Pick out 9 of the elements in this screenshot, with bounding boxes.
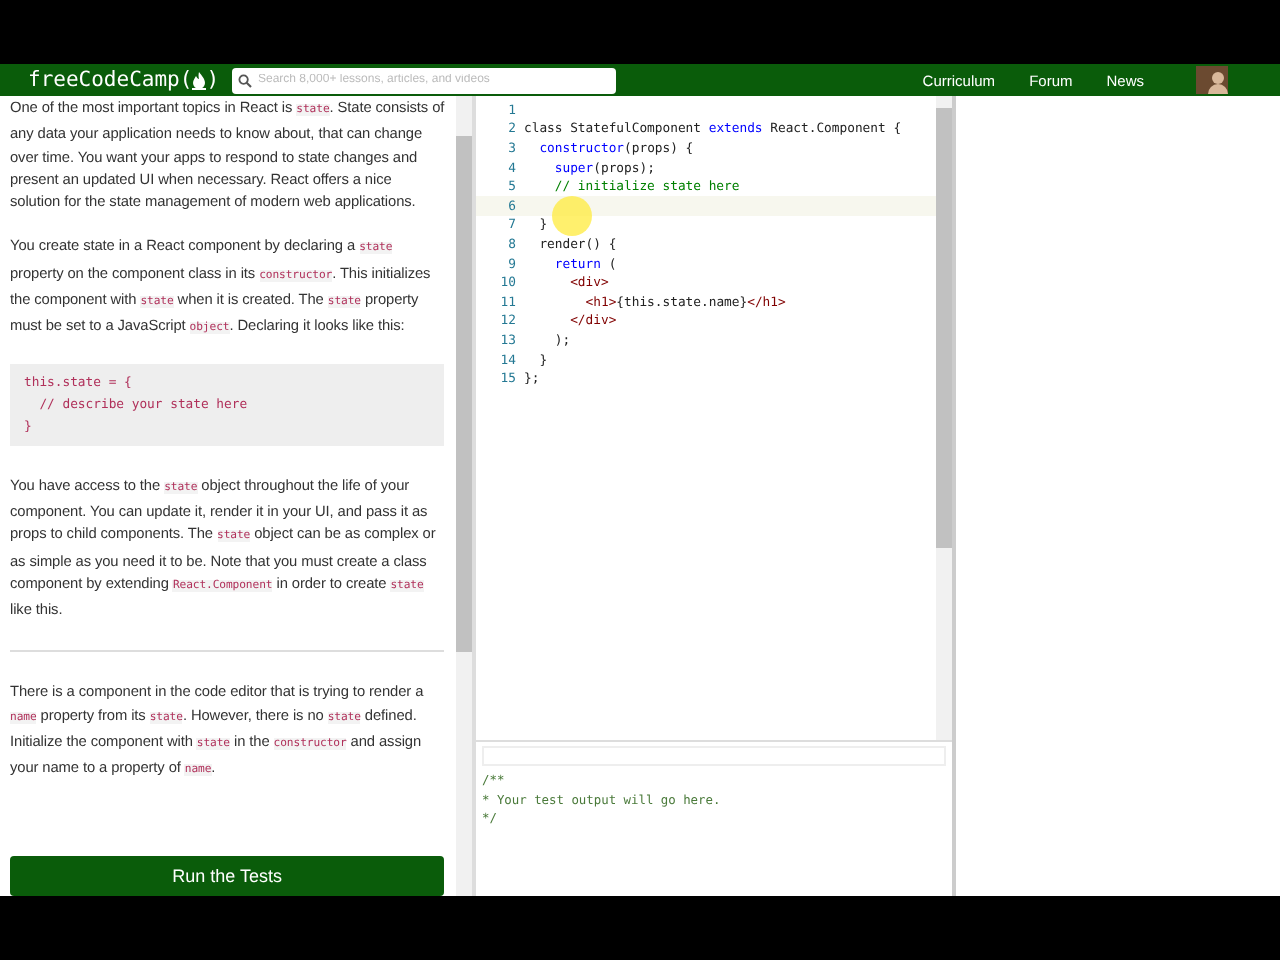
code-editor[interactable] — [476, 96, 952, 742]
scrollbar[interactable] — [456, 96, 472, 896]
flame-icon — [192, 71, 207, 89]
cursor-highlight — [552, 196, 592, 236]
search-icon — [238, 73, 252, 87]
avatar[interactable] — [1196, 66, 1228, 94]
scrollbar[interactable] — [936, 96, 952, 740]
run-tests-button[interactable]: Run the Tests — [10, 856, 445, 896]
logo[interactable]: freeCodeCamp( ) — [28, 68, 220, 92]
